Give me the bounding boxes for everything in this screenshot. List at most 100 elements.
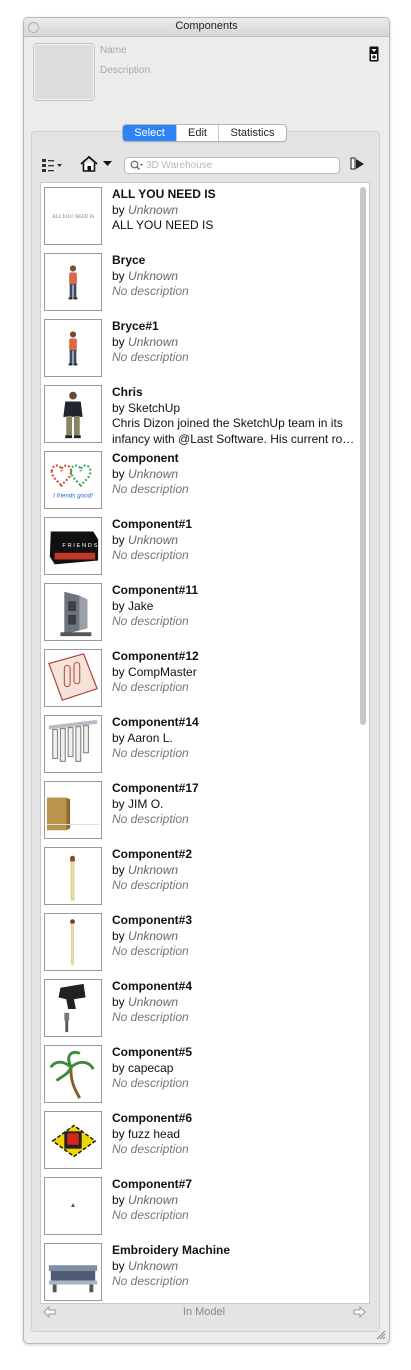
author-prefix: by — [112, 929, 125, 943]
author-name: JIM O. — [128, 797, 164, 811]
author-name: Unknown — [128, 467, 179, 481]
component-list-item[interactable]: Component#14 by Aaron L. No description — [41, 711, 356, 777]
component-thumbnail[interactable] — [44, 253, 102, 311]
component-list-item[interactable]: Component#4 by Unknown No description — [41, 975, 356, 1041]
component-thumbnail[interactable] — [44, 583, 102, 641]
component-thumbnail[interactable] — [44, 913, 102, 971]
component-thumbnail[interactable] — [44, 847, 102, 905]
author-prefix: by — [112, 467, 125, 481]
author-prefix: by — [112, 335, 125, 349]
author-prefix: by — [112, 1259, 125, 1273]
component-name: Embroidery Machine — [112, 1243, 231, 1257]
author-prefix: by — [112, 797, 125, 811]
component-thumbnail[interactable] — [44, 319, 102, 377]
component-list-item[interactable]: Component#12 by CompMaster No description — [41, 645, 356, 711]
component-list-item[interactable]: Component#11 by Jake No description — [41, 579, 356, 645]
author-name: fuzz head — [128, 1127, 181, 1141]
component-name: Component#12 — [112, 649, 199, 663]
component-thumbnail[interactable] — [44, 385, 102, 443]
tab-select[interactable]: Select — [123, 125, 177, 141]
house-icon[interactable] — [79, 155, 115, 173]
svg-text:ALL YOU NEED IS: ALL YOU NEED IS — [51, 214, 94, 220]
author-name: Unknown — [128, 929, 179, 943]
component-list-item[interactable]: Component#3 by Unknown No description — [41, 909, 356, 975]
component-list-item[interactable]: Bryce by Unknown No description — [41, 249, 356, 315]
component-description-field[interactable]: Description — [100, 65, 150, 76]
component-thumbnail[interactable] — [44, 781, 102, 839]
component-author: by Unknown — [112, 995, 178, 1009]
component-author: by Unknown — [112, 335, 178, 349]
component-thumbnail[interactable] — [44, 649, 102, 707]
component-list-item[interactable]: Component#5 by capecap No description — [41, 1041, 356, 1107]
component-author: by Jake — [112, 599, 153, 613]
component-name-field[interactable]: Name — [100, 45, 127, 56]
component-description: No description — [112, 1076, 189, 1090]
collection-label: In Model — [182, 1306, 226, 1318]
component-author: by Unknown — [112, 467, 178, 481]
author-prefix: by — [112, 401, 125, 415]
component-list[interactable]: Embroidery Machine by Unknown No descripti… — [40, 182, 370, 1304]
grid-list-icon[interactable] — [42, 158, 64, 172]
component-list-item[interactable]: Bryce#1 by Unknown No description — [41, 315, 356, 381]
component-thumbnail[interactable]: ALL YOU NEED IS — [44, 187, 102, 245]
list-footer: In Model — [40, 1303, 368, 1321]
component-author: by Unknown — [112, 1259, 178, 1273]
component-thumbnail[interactable]: F R I E N D S — [44, 517, 102, 575]
author-prefix: by — [112, 269, 125, 283]
component-thumbnail[interactable] — [44, 1243, 102, 1301]
svg-text:I friends good!: I friends good! — [53, 492, 93, 499]
author-name: capecap — [128, 1061, 174, 1075]
component-name: Component#7 — [112, 1177, 193, 1191]
component-author: by fuzz head — [112, 1127, 180, 1141]
component-author: by SketchUp — [112, 401, 180, 415]
component-name: Component#2 — [112, 847, 193, 861]
list-scrollbar[interactable] — [360, 187, 366, 725]
author-prefix: by — [112, 731, 125, 745]
component-thumbnail[interactable] — [44, 1045, 102, 1103]
author-prefix: by — [112, 533, 125, 547]
component-author: by Unknown — [112, 203, 178, 217]
component-thumbnail[interactable] — [44, 1177, 102, 1235]
author-prefix: by — [112, 863, 125, 877]
toggle-secondary-pane-icon[interactable] — [369, 46, 379, 62]
forward-arrow-icon[interactable] — [353, 1306, 366, 1318]
search-box[interactable] — [124, 157, 340, 174]
author-name: Jake — [128, 599, 154, 613]
resize-grip-icon[interactable] — [375, 1329, 386, 1340]
author-name: Unknown — [128, 203, 179, 217]
author-prefix: by — [112, 1061, 125, 1075]
component-list-item[interactable]: Component#6 by fuzz head No description — [41, 1107, 356, 1173]
tab-statistics[interactable]: Statistics — [219, 125, 286, 141]
details-arrow-icon[interactable] — [350, 156, 366, 172]
component-name: ALL YOU NEED IS — [112, 187, 216, 201]
author-name: CompMaster — [128, 665, 197, 679]
author-prefix: by — [112, 995, 125, 1009]
component-list-item[interactable]: Embroidery Machine by Unknown No descripti… — [41, 1239, 356, 1303]
component-thumbnail[interactable] — [44, 979, 102, 1037]
component-thumbnail[interactable] — [44, 1111, 102, 1169]
component-description: Chris Dizon joined the SketchUp team in … — [112, 416, 355, 446]
component-description: No description — [112, 482, 189, 496]
component-description: No description — [112, 680, 189, 694]
author-prefix: by — [112, 1193, 125, 1207]
component-description: No description — [112, 746, 189, 760]
component-description: No description — [112, 284, 189, 298]
component-thumbnail[interactable] — [44, 715, 102, 773]
component-list-item[interactable]: F R I E N D S Component#1 by Unknown No des… — [41, 513, 356, 579]
component-list-item[interactable]: Component#17 by JIM O. No description — [41, 777, 356, 843]
component-name: Component#5 — [112, 1045, 193, 1059]
component-list-item[interactable]: Chris by SketchUp Chris Dizon joined the S… — [41, 381, 356, 447]
component-description: No description — [112, 944, 189, 958]
component-thumbnail[interactable]: I friends good! — [44, 451, 102, 509]
component-list-item[interactable]: ALL YOU NEED IS ALL YOU NEED IS by Unknown… — [41, 183, 356, 249]
component-description: No description — [112, 1208, 189, 1222]
search-input[interactable] — [146, 158, 334, 173]
component-description: ALL YOU NEED IS — [112, 218, 214, 232]
components-window: Components Name Description Select Edit … — [23, 17, 390, 1344]
component-list-item[interactable]: Component#7 by Unknown No description — [41, 1173, 356, 1239]
tab-edit[interactable]: Edit — [177, 125, 219, 141]
tab-bar: Select Edit Statistics — [122, 124, 287, 142]
component-list-item[interactable]: I friends good! Component by Unknown No des… — [41, 447, 356, 513]
component-list-item[interactable]: Component#2 by Unknown No description — [41, 843, 356, 909]
title-bar[interactable]: Components — [24, 18, 389, 37]
